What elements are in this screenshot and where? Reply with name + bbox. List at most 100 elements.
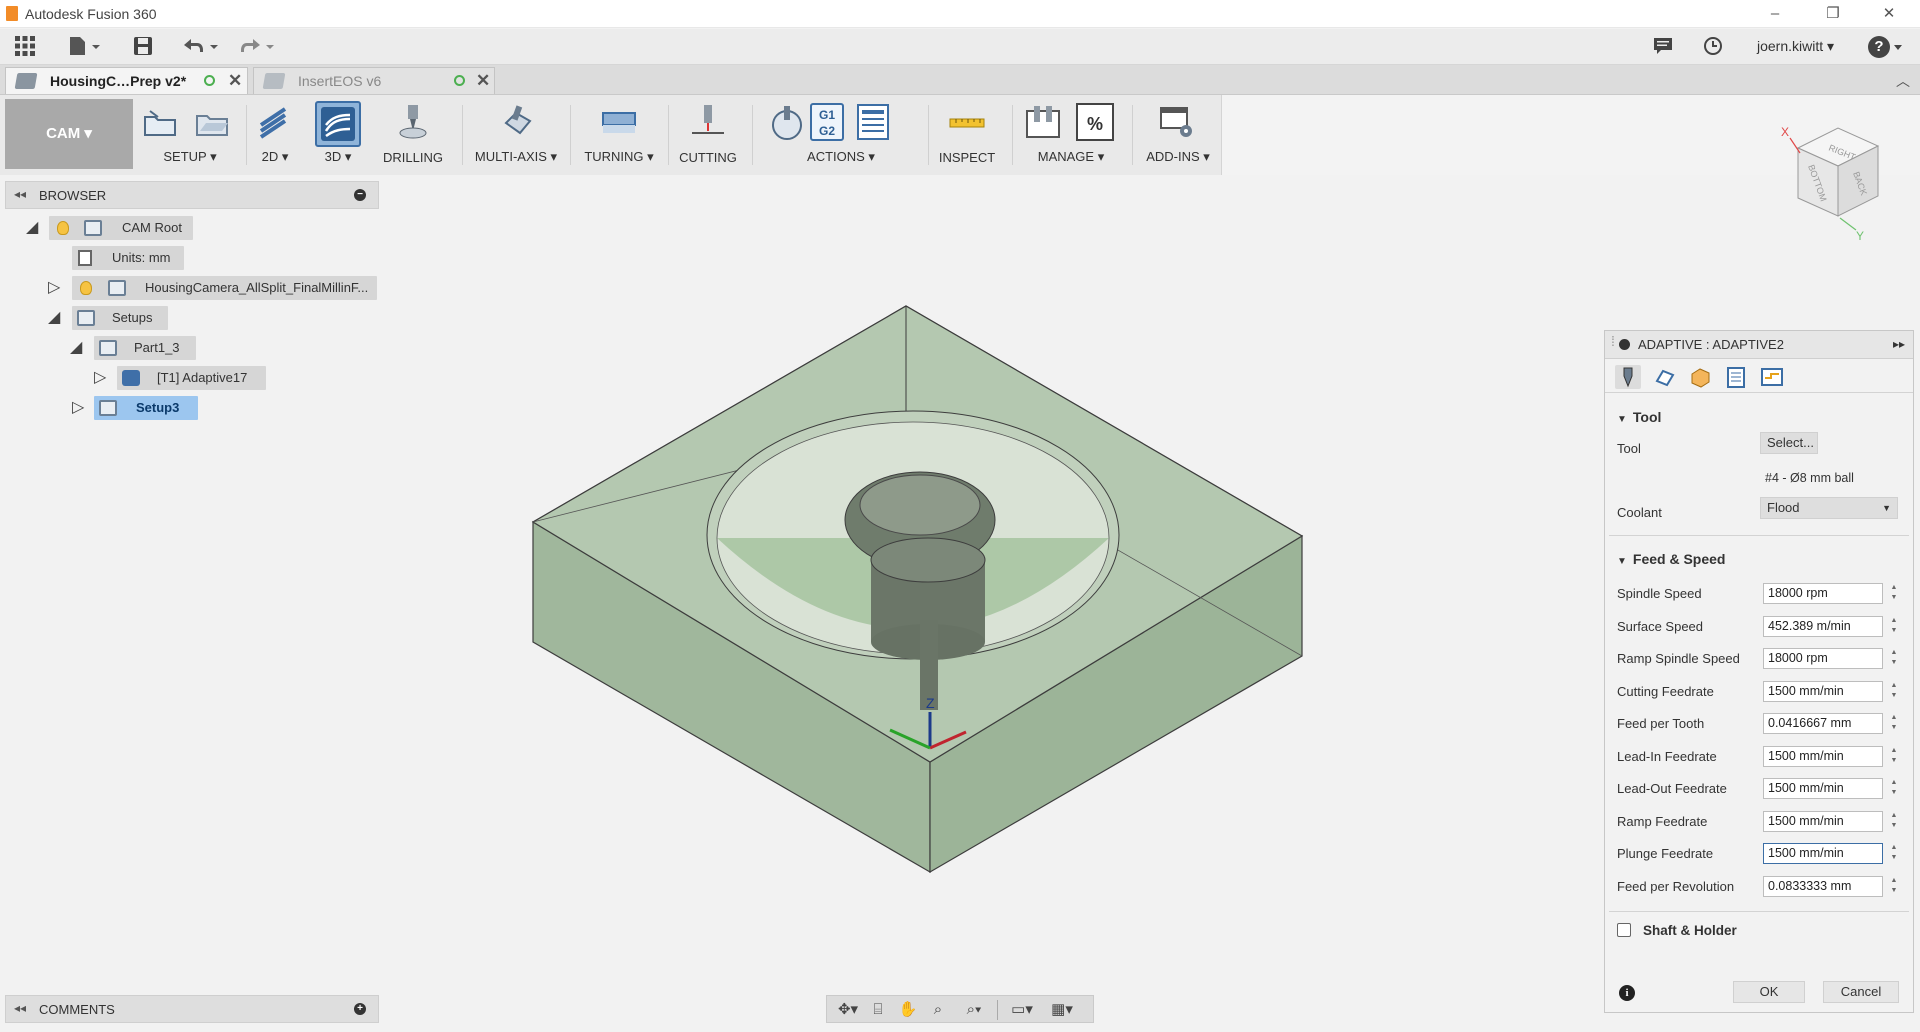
visibility-bulb-icon[interactable]	[80, 281, 92, 295]
expand-toggle-icon[interactable]: ◢	[48, 306, 60, 330]
feed-speed-section-header[interactable]: ▼ Feed & Speed	[1617, 551, 1726, 567]
visibility-bulb-icon[interactable]	[57, 221, 69, 235]
value-spinner-icon[interactable]: ▲ ▼	[1890, 876, 1898, 897]
view-cube[interactable]: RIGHT BOTTOM BACK X Y	[1778, 118, 1898, 248]
job-status-clock-icon[interactable]	[1700, 35, 1726, 59]
help-icon[interactable]: ?	[1868, 36, 1890, 58]
grid-settings-icon[interactable]: ▦▾	[1045, 1000, 1079, 1020]
expand-toggle-icon[interactable]: ▷	[94, 366, 106, 390]
look-at-icon[interactable]: ⌸	[867, 1000, 889, 1020]
value-spinner-icon[interactable]: ▲ ▼	[1890, 583, 1898, 604]
feed-field-input[interactable]: 1500 mm/min	[1763, 810, 1883, 832]
file-menu-icon[interactable]	[66, 35, 104, 59]
expand-toggle-icon[interactable]: ▷	[72, 396, 84, 420]
feed-field-input[interactable]: 0.0833333 mm	[1763, 875, 1883, 897]
comments-title: COMMENTS	[39, 1002, 115, 1017]
tab-housing-document[interactable]: HousingC…Prep v2* ✕	[5, 67, 248, 94]
zoom-icon[interactable]: ⌕	[927, 1000, 949, 1020]
expand-dialog-icon[interactable]: ▸▸	[1893, 337, 1905, 351]
actions-group[interactable]: G1 G2 ACTIONS ▾	[758, 101, 924, 169]
title-bar: Autodesk Fusion 360 – ❐ ✕	[0, 0, 1920, 28]
value-spinner-icon[interactable]: ▲ ▼	[1890, 778, 1898, 799]
minimize-button[interactable]: –	[1752, 2, 1798, 26]
undo-icon[interactable]	[180, 35, 220, 59]
tab-heights[interactable]	[1687, 365, 1713, 389]
add-ins-group[interactable]: ADD-INS ▾	[1138, 101, 1218, 169]
value-spinner-icon[interactable]: ▲ ▼	[1890, 746, 1898, 767]
save-icon[interactable]	[130, 35, 156, 59]
app-grid-icon[interactable]	[12, 35, 38, 59]
tree-node-model[interactable]: HousingCamera_AllSplit_FinalMillinF...	[72, 276, 377, 300]
tool-section-header[interactable]: ▼ Tool	[1617, 409, 1661, 425]
select-tool-button[interactable]: Select...	[1760, 432, 1818, 454]
value-spinner-icon[interactable]: ▲ ▼	[1890, 713, 1898, 734]
user-account-menu[interactable]: joern.kiwitt ▾	[1757, 38, 1834, 55]
value-spinner-icon[interactable]: ▲ ▼	[1890, 648, 1898, 669]
tree-node-part1-3[interactable]: Part1_3	[94, 336, 196, 360]
coolant-select[interactable]: Flood ▼	[1760, 497, 1898, 519]
value-spinner-icon[interactable]: ▲ ▼	[1890, 681, 1898, 702]
tab-tool[interactable]	[1615, 365, 1641, 389]
feed-field-input[interactable]: 1500 mm/min	[1763, 680, 1883, 702]
info-icon[interactable]: i	[1619, 985, 1635, 1001]
restore-button[interactable]: ❐	[1810, 2, 1856, 26]
tree-node-setups[interactable]: Setups	[72, 306, 168, 330]
tab-insert-document[interactable]: InsertEOS v6 ✕	[253, 67, 495, 94]
browser-panel-header[interactable]: ◂◂ BROWSER −	[5, 181, 379, 209]
help-dropdown-icon[interactable]	[1894, 45, 1902, 50]
3d-group[interactable]: 3D ▾	[312, 101, 364, 169]
multi-axis-group[interactable]: MULTI-AXIS ▾	[468, 101, 564, 169]
close-tab-icon[interactable]: ✕	[476, 68, 490, 94]
orbit-icon[interactable]: ✥▾	[833, 1000, 863, 1020]
3d-viewport[interactable]: Z	[380, 175, 1600, 1005]
ok-button[interactable]: OK	[1733, 981, 1805, 1003]
dialog-collapse-icon[interactable]	[1619, 339, 1630, 350]
add-comment-icon[interactable]: +	[354, 1003, 366, 1015]
collapse-panel-icon[interactable]: ◂◂	[14, 1001, 26, 1015]
tab-geometry[interactable]	[1651, 365, 1677, 389]
drilling-group[interactable]: DRILLING	[378, 101, 448, 169]
drag-handle-icon[interactable]: ⁞	[1611, 333, 1615, 349]
expand-toggle-icon[interactable]: ◢	[70, 336, 82, 360]
value-spinner-icon[interactable]: ▲ ▼	[1890, 811, 1898, 832]
turning-group[interactable]: TURNING ▾	[576, 101, 662, 169]
value-spinner-icon[interactable]: ▲ ▼	[1890, 843, 1898, 864]
cancel-button[interactable]: Cancel	[1823, 981, 1899, 1003]
tab-linking[interactable]	[1759, 365, 1785, 389]
tree-node-units[interactable]: Units: mm	[72, 246, 184, 270]
manage-group[interactable]: % MANAGE ▾	[1018, 101, 1124, 169]
close-tab-icon[interactable]: ✕	[228, 68, 242, 94]
redo-icon[interactable]	[236, 35, 276, 59]
display-settings-icon[interactable]: ▭▾	[1005, 1000, 1039, 1020]
setup-group[interactable]: SETUP ▾	[138, 101, 242, 169]
feed-field-input[interactable]: 18000 rpm	[1763, 583, 1883, 604]
pin-icon[interactable]: −	[354, 189, 366, 201]
collapse-ribbon-icon[interactable]: ︿	[1896, 71, 1910, 91]
feed-field-input[interactable]: 18000 rpm	[1763, 648, 1883, 669]
workspace-switcher-button[interactable]: CAM ▾	[5, 99, 133, 169]
fit-zoom-icon[interactable]: ⌕▾	[957, 1000, 991, 1020]
notifications-icon[interactable]	[1650, 35, 1676, 59]
feed-field-input[interactable]: 452.389 m/min	[1763, 615, 1883, 637]
2d-group[interactable]: 2D ▾	[252, 101, 298, 169]
tab-passes[interactable]	[1723, 365, 1749, 389]
cutting-group[interactable]: CUTTING	[674, 101, 742, 169]
collapse-panel-icon[interactable]: ◂◂	[14, 187, 26, 201]
shaft-holder-checkbox[interactable]	[1617, 923, 1631, 937]
node-label: Setup3	[136, 400, 180, 415]
comments-panel-header[interactable]: ◂◂ COMMENTS +	[5, 995, 379, 1023]
tree-node-setup3[interactable]: Setup3	[94, 396, 198, 420]
tree-node-cam-root[interactable]: CAM Root	[49, 216, 193, 240]
expand-toggle-icon[interactable]: ▷	[48, 276, 60, 300]
inspect-group[interactable]: INSPECT	[934, 101, 1000, 169]
close-window-button[interactable]: ✕	[1866, 2, 1912, 26]
expand-toggle-icon[interactable]: ◢	[26, 216, 38, 240]
tree-node-adaptive17[interactable]: [T1] Adaptive17	[117, 366, 266, 390]
feed-field-input[interactable]: 0.0416667 mm	[1763, 713, 1883, 734]
feed-field-input[interactable]: 1500 mm/min	[1763, 745, 1883, 767]
value-spinner-icon[interactable]: ▲ ▼	[1890, 616, 1898, 637]
dialog-header[interactable]: ⁞ ADAPTIVE : ADAPTIVE2 ▸▸	[1605, 331, 1913, 359]
feed-field-input[interactable]: 1500 mm/min	[1763, 778, 1883, 799]
pan-hand-icon[interactable]: ✋	[897, 1000, 919, 1020]
feed-field-input[interactable]: 1500 mm/min	[1763, 843, 1883, 864]
